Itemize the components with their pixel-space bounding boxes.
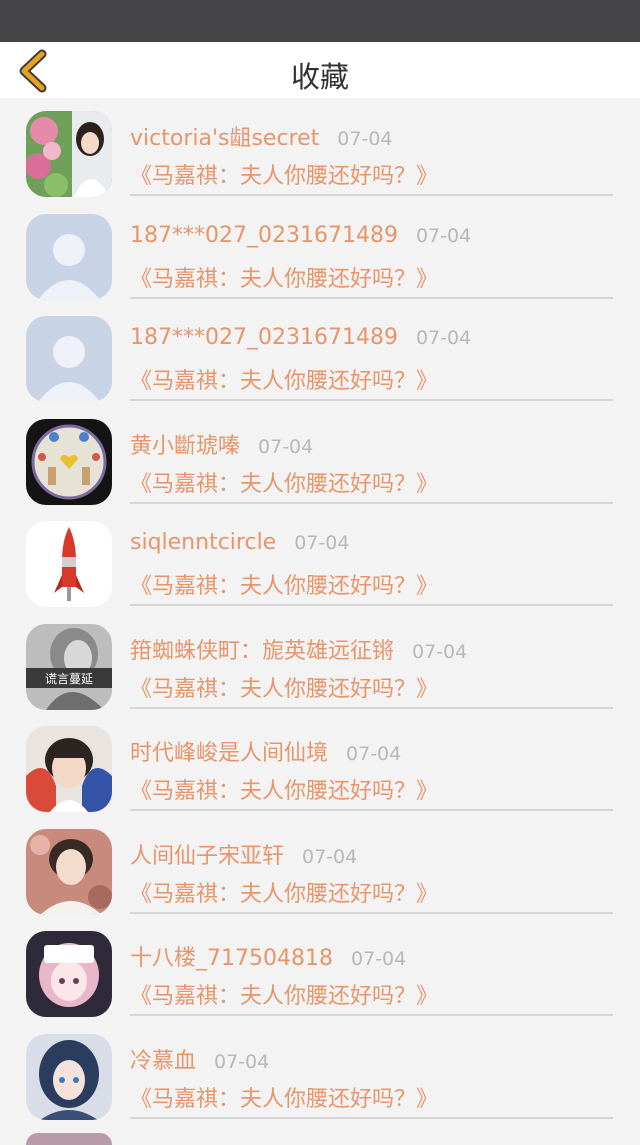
user-name[interactable]: 人间仙子宋亚轩	[130, 844, 284, 869]
divider	[130, 911, 613, 914]
user-name[interactable]: siqlenntcircle	[130, 530, 276, 555]
favorite-item[interactable]: 187***027_0231671489 07-04 《马嘉祺：夫人你腰还好吗？》	[0, 303, 640, 406]
user-avatar[interactable]	[26, 111, 112, 197]
favorite-item[interactable]: 谎言蔓延 箝蜘蛛侠町：旎英雄远征锵 07-04 《马嘉祺：夫人你腰还好吗？》	[0, 611, 640, 714]
favorite-item[interactable]: 冷慕血 07-04 《马嘉祺：夫人你腰还好吗？》	[0, 1021, 640, 1124]
user-name[interactable]: 箝蜘蛛侠町：旎英雄远征锵	[130, 639, 394, 664]
divider	[130, 604, 613, 606]
favorite-item[interactable]: 187***027_0231671489 07-04 《马嘉祺：夫人你腰还好吗？》	[0, 201, 640, 304]
article-title[interactable]: 《马嘉祺：夫人你腰还好吗？》	[130, 876, 438, 908]
user-avatar[interactable]	[26, 418, 112, 505]
partial-avatar	[26, 1133, 112, 1145]
date-label: 07-04	[214, 1050, 270, 1073]
article-title[interactable]: 《马嘉祺：夫人你腰还好吗？》	[130, 363, 438, 395]
date-label: 07-04	[337, 128, 393, 150]
default-avatar[interactable]	[26, 316, 112, 402]
user-name[interactable]: victoria's龃secret	[130, 126, 319, 151]
favorite-item[interactable]: victoria's龃secret 07-04 《马嘉祺：夫人你腰还好吗？》	[0, 98, 640, 201]
article-title[interactable]: 《马嘉祺：夫人你腰还好吗？》	[130, 1081, 438, 1113]
rocket-avatar[interactable]	[26, 521, 112, 607]
favorite-item[interactable]: 十八楼_717504818 07-04 《马嘉祺：夫人你腰还好吗？》	[0, 918, 640, 1021]
page-title: 收藏	[290, 60, 349, 94]
divider	[130, 194, 613, 196]
favorites-list: victoria's龃secret 07-04 《马嘉祺：夫人你腰还好吗？》 18…	[0, 98, 640, 1138]
user-name[interactable]: 187***027_0231671489	[130, 223, 398, 248]
article-title[interactable]: 《马嘉祺：夫人你腰还好吗？》	[130, 978, 438, 1010]
article-title[interactable]: 《马嘉祺：夫人你腰还好吗？》	[130, 671, 438, 703]
article-title[interactable]: 《马嘉祺：夫人你腰还好吗？》	[130, 261, 438, 293]
favorite-item[interactable]: 黄小斷琥嗪 07-04 《马嘉祺：夫人你腰还好吗？》	[0, 406, 640, 509]
status-bar	[0, 0, 640, 42]
user-name[interactable]: 187***027_0231671489	[130, 325, 398, 350]
date-label: 07-04	[415, 224, 472, 247]
default-avatar[interactable]	[26, 213, 112, 300]
article-title[interactable]: 《马嘉祺：夫人你腰还好吗？》	[130, 466, 438, 498]
date-label: 07-04	[258, 435, 314, 458]
date-label: 07-04	[346, 743, 402, 765]
favorite-item[interactable]: 人间仙子宋亚轩 07-04 《马嘉祺：夫人你腰还好吗？》	[0, 816, 640, 919]
date-label: 07-04	[350, 948, 407, 970]
user-name[interactable]: 冷慕血	[130, 1049, 196, 1074]
date-label: 07-04	[294, 532, 350, 554]
article-title[interactable]: 《马嘉祺：夫人你腰还好吗？》	[130, 773, 438, 805]
favorite-item[interactable]: siqlenntcircle 07-04 《马嘉祺：夫人你腰还好吗？》	[0, 508, 640, 611]
divider	[130, 1116, 613, 1119]
divider	[130, 809, 613, 811]
user-avatar[interactable]	[26, 726, 112, 812]
date-label: 07-04	[412, 640, 468, 663]
date-label: 07-04	[302, 845, 358, 868]
divider	[130, 501, 613, 504]
divider	[130, 1014, 613, 1016]
divider	[130, 706, 613, 709]
user-name[interactable]: 黄小斷琥嗪	[130, 434, 240, 459]
divider	[130, 399, 613, 401]
avatar-caption: 谎言蔓延	[45, 672, 93, 686]
user-name[interactable]: 时代峰峻是人间仙境	[130, 741, 328, 766]
user-avatar[interactable]: 谎言蔓延	[26, 623, 112, 710]
user-avatar[interactable]	[26, 828, 112, 915]
favorite-item[interactable]: 时代峰峻是人间仙境 07-04 《马嘉祺：夫人你腰还好吗？》	[0, 713, 640, 816]
article-title[interactable]: 《马嘉祺：夫人你腰还好吗？》	[130, 568, 438, 600]
divider	[130, 296, 613, 299]
user-name[interactable]: 十八楼_717504818	[130, 946, 333, 971]
user-avatar[interactable]	[26, 931, 112, 1017]
user-avatar[interactable]	[26, 1033, 112, 1120]
article-title[interactable]: 《马嘉祺：夫人你腰还好吗？》	[130, 158, 438, 190]
header-bar: 收藏	[0, 42, 640, 98]
date-label: 07-04	[415, 327, 472, 349]
